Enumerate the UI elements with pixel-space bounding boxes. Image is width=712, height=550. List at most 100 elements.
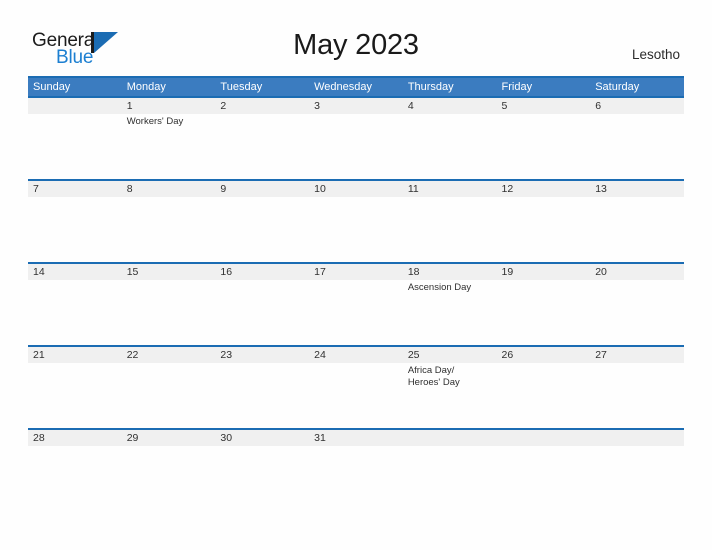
day-event <box>314 114 403 116</box>
day-event <box>220 114 309 116</box>
day-number: 6 <box>595 100 602 112</box>
day-event <box>595 197 684 199</box>
day-event <box>33 280 122 282</box>
day-number <box>595 430 684 446</box>
weekday-header-row: Sunday Monday Tuesday Wednesday Thursday… <box>28 78 684 96</box>
day-event: Workers' Day <box>126 115 184 127</box>
day-number: 9 <box>220 183 227 195</box>
day-event <box>408 197 497 199</box>
day-event <box>314 197 403 199</box>
country-label: Lesotho <box>631 47 680 62</box>
day-cell[interactable]: 22 <box>122 347 216 428</box>
day-cell[interactable]: 31 <box>309 430 403 450</box>
day-number: 23 <box>220 349 233 361</box>
day-number: 13 <box>595 183 607 195</box>
day-number: 30 <box>220 432 233 444</box>
day-event <box>314 280 403 282</box>
day-event <box>127 197 216 199</box>
day-cell[interactable]: 28 <box>28 430 122 450</box>
weekday-header-sunday: Sunday <box>33 81 71 93</box>
day-cell[interactable]: 1 Workers' Day <box>122 98 216 179</box>
day-number: 5 <box>501 100 508 112</box>
day-event <box>127 363 216 365</box>
day-number: 20 <box>595 266 607 278</box>
day-number: 16 <box>220 266 233 278</box>
day-event <box>33 114 122 116</box>
day-number: 25 <box>407 349 420 361</box>
weekday-header-friday: Friday <box>501 81 533 93</box>
day-cell[interactable]: 9 <box>215 181 309 262</box>
day-number: 18 <box>407 266 420 278</box>
calendar-page: General Blue May 2023 Lesotho Sunday Mon… <box>0 0 712 550</box>
day-event <box>408 114 497 116</box>
page-header: General Blue May 2023 Lesotho <box>0 0 712 78</box>
day-cell[interactable]: 5 <box>497 98 591 179</box>
calendar-week-row: 14 15 16 17 18 Ascension Day 19 20 <box>28 262 684 345</box>
day-event <box>595 446 684 448</box>
day-cell[interactable]: 19 <box>497 264 591 345</box>
day-event: Ascension Day <box>407 281 472 293</box>
day-number: 17 <box>314 266 326 278</box>
day-event <box>502 363 591 365</box>
day-cell[interactable]: 15 <box>122 264 216 345</box>
day-cell[interactable] <box>28 98 122 179</box>
weekday-header-monday: Monday <box>126 81 166 93</box>
day-event <box>502 197 591 199</box>
day-cell[interactable]: 23 <box>215 347 309 428</box>
day-cell[interactable]: 25 Africa Day/ Heroes' Day <box>403 347 497 428</box>
day-cell[interactable]: 3 <box>309 98 403 179</box>
day-cell[interactable]: 14 <box>28 264 122 345</box>
day-cell[interactable]: 24 <box>309 347 403 428</box>
day-cell[interactable]: 2 <box>215 98 309 179</box>
day-event <box>502 114 591 116</box>
day-number: 24 <box>314 349 326 361</box>
day-event <box>33 446 122 448</box>
day-event <box>220 280 309 282</box>
day-number: 28 <box>33 432 45 444</box>
day-cell[interactable]: 18 Ascension Day <box>403 264 497 345</box>
calendar-week-row: 21 22 23 24 25 Africa Day/ Heroes' Day 2… <box>28 345 684 428</box>
day-cell[interactable] <box>497 430 591 450</box>
day-cell[interactable]: 6 <box>590 98 684 179</box>
day-number: 15 <box>126 266 139 278</box>
day-cell[interactable]: 20 <box>590 264 684 345</box>
day-cell[interactable]: 13 <box>590 181 684 262</box>
day-cell[interactable] <box>590 430 684 450</box>
day-number: 12 <box>501 183 514 195</box>
day-event <box>33 363 122 365</box>
page-title: May 2023 <box>293 29 419 61</box>
day-event <box>220 363 309 365</box>
day-cell[interactable]: 7 <box>28 181 122 262</box>
day-event <box>127 280 216 282</box>
calendar-week-row: 1 Workers' Day 2 3 4 5 6 <box>28 96 684 179</box>
day-event <box>595 363 684 365</box>
day-number: 10 <box>314 183 326 195</box>
day-number: 31 <box>314 432 326 444</box>
day-event <box>502 446 591 448</box>
weekday-header-wednesday: Wednesday <box>314 81 372 93</box>
day-cell[interactable]: 30 <box>215 430 309 450</box>
day-cell[interactable] <box>403 430 497 450</box>
day-cell[interactable]: 27 <box>590 347 684 428</box>
day-cell[interactable]: 21 <box>28 347 122 428</box>
day-cell[interactable]: 8 <box>122 181 216 262</box>
day-event: Africa Day/ Heroes' Day <box>407 364 460 389</box>
day-cell[interactable]: 26 <box>497 347 591 428</box>
day-event <box>33 197 122 199</box>
day-cell[interactable]: 11 <box>403 181 497 262</box>
day-number: 7 <box>33 183 39 195</box>
day-number <box>408 430 497 446</box>
day-number: 14 <box>33 266 45 278</box>
month-calendar: Sunday Monday Tuesday Wednesday Thursday… <box>28 78 684 450</box>
day-event <box>127 446 216 448</box>
day-cell[interactable]: 16 <box>215 264 309 345</box>
day-cell[interactable]: 17 <box>309 264 403 345</box>
day-number: 1 <box>126 100 133 112</box>
day-cell[interactable]: 4 <box>403 98 497 179</box>
day-event <box>502 280 591 282</box>
day-number: 4 <box>407 100 414 112</box>
day-cell[interactable]: 12 <box>497 181 591 262</box>
day-cell[interactable]: 29 <box>122 430 216 450</box>
day-number: 22 <box>126 349 139 361</box>
day-cell[interactable]: 10 <box>309 181 403 262</box>
